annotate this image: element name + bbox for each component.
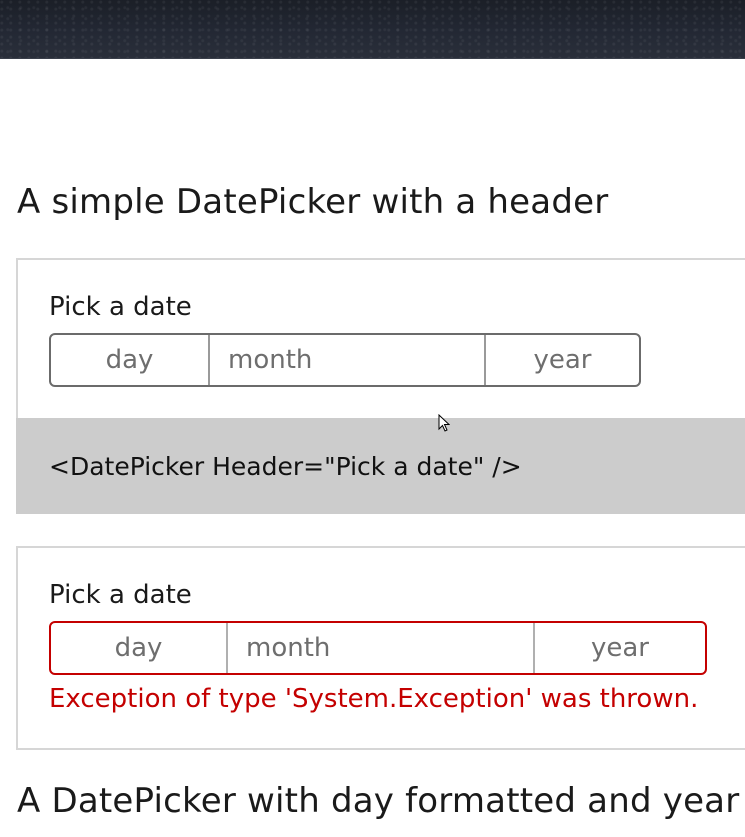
day-segment[interactable]: day (51, 335, 208, 385)
code-snippet: <DatePicker Header="Pick a date" /> (16, 418, 745, 514)
hero-banner-image (0, 0, 745, 59)
datepicker-input[interactable]: day month year (49, 333, 641, 387)
datepicker-input-invalid[interactable]: day month year (49, 621, 707, 675)
example-card-error: Pick a date day month year Exception of … (16, 546, 745, 750)
page: A simple DatePicker with a header Pick a… (0, 0, 745, 837)
mouse-cursor-icon (438, 414, 450, 432)
year-segment[interactable]: year (484, 335, 639, 385)
section-title: A simple DatePicker with a header (17, 182, 609, 222)
error-message: Exception of type 'System.Exception' was… (49, 684, 699, 714)
section-title: A DatePicker with day formatted and year… (17, 781, 745, 821)
datepicker-header-label: Pick a date (49, 292, 192, 322)
datepicker-header-label: Pick a date (49, 580, 192, 610)
day-segment[interactable]: day (51, 623, 226, 673)
year-segment[interactable]: year (533, 623, 705, 673)
month-segment[interactable]: month (208, 335, 484, 385)
example-card: Pick a date day month year <DatePicker H… (16, 258, 745, 514)
month-segment[interactable]: month (226, 623, 533, 673)
